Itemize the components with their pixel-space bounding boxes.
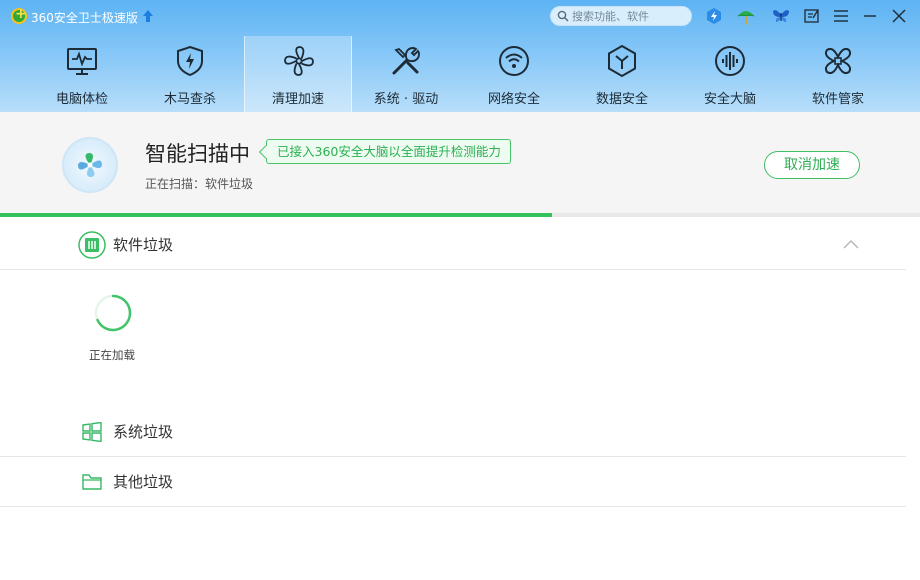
category-header-other[interactable]: 其他垃圾 <box>0 456 906 507</box>
category-label: 其他垃圾 <box>113 473 174 491</box>
nav-item-network[interactable]: 网络安全 <box>460 36 568 112</box>
shield-bolt-icon <box>177 45 203 77</box>
brain-wave-icon <box>715 46 745 76</box>
nav-item-system-driver[interactable]: 系统 · 驱动 <box>352 36 460 112</box>
nav-item-trojan[interactable]: 木马查杀 <box>136 36 244 112</box>
umbrella-icon[interactable] <box>737 7 755 25</box>
search-icon <box>557 10 569 22</box>
scan-status: 正在扫描：软件垃圾 <box>145 177 254 191</box>
nav-item-label: 安全大脑 <box>703 92 756 107</box>
wifi-icon <box>499 46 529 76</box>
category-header-software[interactable]: 软件垃圾 <box>0 219 906 270</box>
ai-brain-badge: 已接入360安全大脑以全面提升检测能力 <box>266 139 511 164</box>
monitor-pulse-icon <box>67 48 97 75</box>
nav-item-label: 清理加速 <box>271 92 324 107</box>
close-icon[interactable] <box>890 7 908 25</box>
hexagon-y-icon <box>608 44 636 78</box>
folder-icon <box>82 474 102 490</box>
nav-item-label: 电脑体检 <box>55 92 108 107</box>
scan-progress-bar <box>0 213 920 217</box>
scan-progress-fill <box>0 213 552 217</box>
nav-item-label: 软件管家 <box>811 92 864 107</box>
scan-title: 智能扫描中 <box>145 142 250 166</box>
nav-item-software-manager[interactable]: 软件管家 <box>784 36 892 112</box>
nav-item-security-brain[interactable]: 安全大脑 <box>676 36 784 112</box>
cancel-speedup-button[interactable]: 取消加速 <box>764 151 860 179</box>
category-header-system[interactable]: 系统垃圾 <box>0 406 906 457</box>
category-label: 软件垃圾 <box>113 236 174 254</box>
nav-item-label: 网络安全 <box>487 92 540 107</box>
title-bar: 360安全卫士极速版 <box>0 0 920 34</box>
feedback-icon[interactable] <box>803 7 821 25</box>
search-input[interactable] <box>572 9 687 24</box>
loading-spinner <box>94 294 132 332</box>
windows-logo-icon <box>82 422 102 442</box>
nav-item-checkup[interactable]: 电脑体检 <box>28 36 136 112</box>
trash-bin-icon <box>78 231 106 259</box>
nav-item-label: 系统 · 驱动 <box>373 92 439 107</box>
nav-item-data-security[interactable]: 数据安全 <box>568 36 676 112</box>
scan-fan-badge <box>62 137 118 193</box>
wrench-screwdriver-icon <box>392 47 420 75</box>
chevron-up-icon[interactable] <box>843 239 859 249</box>
upgrade-arrow-icon[interactable] <box>142 9 154 23</box>
nav-item-label: 数据安全 <box>595 92 648 107</box>
search-box[interactable] <box>550 6 692 26</box>
main-nav: 电脑体检 木马查杀 清理加速 系统 · 驱动 网络安全 数据安全 安全大脑 软件… <box>28 36 892 112</box>
clover-icon <box>824 47 852 75</box>
minimize-icon[interactable] <box>861 7 879 25</box>
category-label: 系统垃圾 <box>113 423 174 441</box>
fan-icon <box>284 46 314 76</box>
app-title: 360安全卫士极速版 <box>31 11 138 25</box>
nav-item-label: 木马查杀 <box>163 92 216 107</box>
butterfly-icon[interactable] <box>772 7 790 25</box>
scan-panel: 智能扫描中 已接入360安全大脑以全面提升检测能力 正在扫描：软件垃圾 取消加速 <box>0 112 920 215</box>
app-logo-icon <box>11 6 27 24</box>
nav-item-cleanup[interactable]: 清理加速 <box>244 36 352 112</box>
spinning-fan-icon <box>78 153 102 177</box>
lightning-icon[interactable] <box>705 7 723 25</box>
menu-icon[interactable] <box>832 7 850 25</box>
loading-label: 正在加载 <box>89 348 135 362</box>
header: 360安全卫士极速版 <box>0 0 920 112</box>
